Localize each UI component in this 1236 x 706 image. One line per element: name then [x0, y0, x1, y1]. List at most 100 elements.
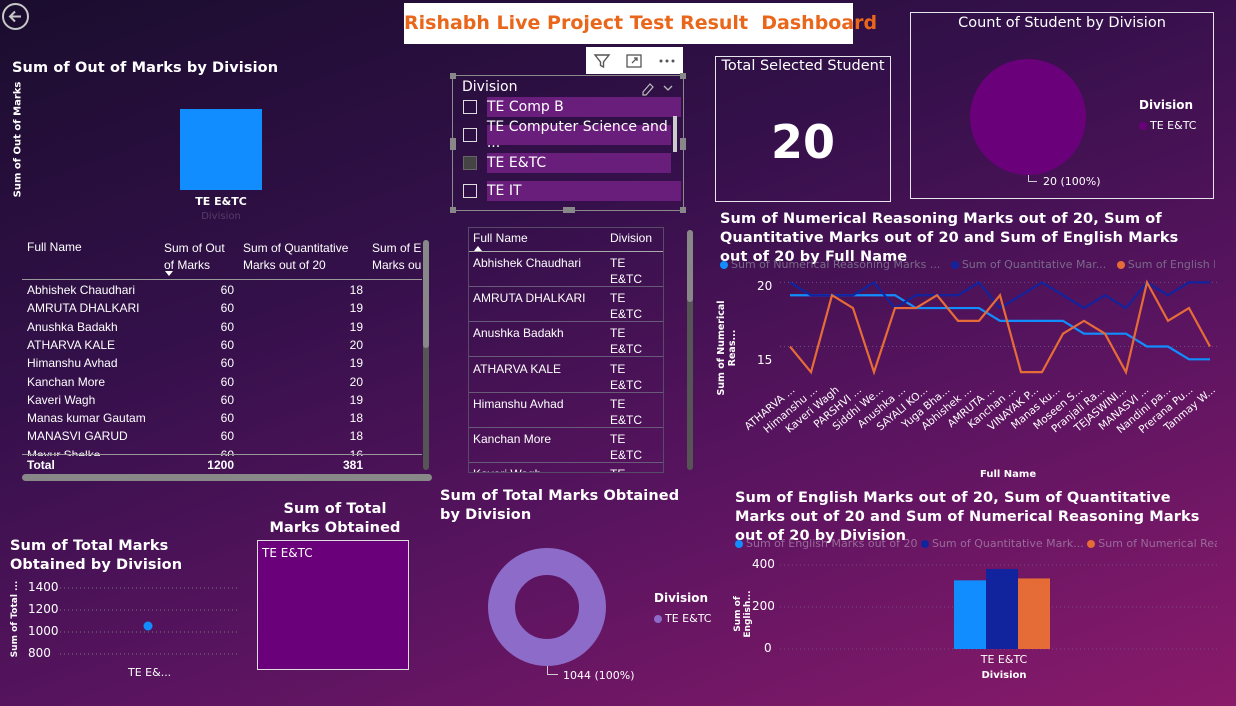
resize-handle[interactable]	[450, 207, 456, 213]
table-row[interactable]: ATHARVA KALE TE E&TC	[469, 358, 663, 393]
slicer-item-te-computer-science[interactable]: TE Computer Science and ...	[463, 119, 683, 151]
back-button[interactable]	[2, 3, 29, 30]
table-row[interactable]: Abhishek Chaudhari TE E&TC	[469, 252, 663, 287]
pie-legend-item[interactable]: TE E&TC	[1139, 119, 1196, 132]
table-row[interactable]: Himanshu Avhad 60 19	[22, 354, 422, 372]
x-tick-label: MANASVI ...	[1096, 384, 1152, 433]
table-vertical-thumb[interactable]	[423, 240, 429, 348]
x-tick-label: Manas ku...	[1009, 384, 1063, 432]
data-point[interactable]	[143, 621, 153, 631]
resize-handle[interactable]	[680, 138, 686, 150]
table-row[interactable]: Himanshu Avhad TE E&TC	[469, 393, 663, 428]
pie-slice[interactable]	[970, 59, 1086, 175]
chevron-down-icon[interactable]	[661, 81, 675, 95]
x-tick-label: Pranjali Ra...	[1049, 384, 1108, 436]
donut-legend-title: Division	[654, 591, 709, 605]
table-row[interactable]: ATHARVA KALE 60 20	[22, 336, 422, 354]
slicer-scrollbar[interactable]	[673, 116, 677, 152]
table-row[interactable]: Abhishek Chaudhari 60 18	[22, 281, 422, 299]
table-horizontal-scrollbar[interactable]	[22, 474, 432, 481]
legend-dot	[735, 540, 743, 548]
table-cell: TE	[610, 326, 626, 341]
pie-data-label: 20 (100%)	[1043, 175, 1101, 188]
checkbox-checked[interactable]	[463, 156, 477, 170]
donut-legend-item[interactable]: TE E&TC	[654, 612, 711, 625]
table-cell: E&TC	[610, 448, 643, 462]
slicer-title: Division	[462, 79, 518, 95]
table-cell: Kanchan More	[27, 374, 106, 389]
table-row[interactable]: Manas kumar Gautam 60 18	[22, 409, 422, 427]
table-row[interactable]: MANASVI GARUD 60 18	[22, 427, 422, 445]
table-row[interactable]: Kanchan More 60 20	[22, 373, 422, 391]
slicer-item-te-it[interactable]: TE IT	[463, 181, 522, 201]
legend-numerical[interactable]: Sum of Numerical Rea...	[1087, 537, 1217, 550]
total-selected-card: Total Selected Student 20	[715, 56, 891, 202]
table-cell: TE	[610, 361, 626, 376]
eraser-icon[interactable]	[639, 80, 655, 96]
resize-handle[interactable]	[563, 207, 575, 213]
line-legend: Sum of Numerical Reasoning Marks ... Sum…	[720, 258, 1215, 271]
th-quant-marks[interactable]: Sum of Quantitative Marks out of 20	[243, 240, 348, 274]
bar-1[interactable]	[986, 568, 1018, 649]
pie-label-leader	[1028, 181, 1037, 182]
table-row[interactable]: Anushka Badakh TE E&TC	[469, 322, 663, 358]
series-line-0[interactable]	[790, 294, 1210, 361]
filter-icon[interactable]	[592, 51, 612, 71]
x-tick-label: Yuga Bha...	[899, 384, 953, 431]
legend-english[interactable]: Sum of English Mar...	[1116, 258, 1215, 271]
marks-table: Full Name Sum of Out of Marks Sum of Qua…	[22, 236, 422, 476]
th-full-name[interactable]: Full Name	[27, 240, 82, 254]
th-english-marks[interactable]: Sum of E Marks ou	[372, 240, 421, 274]
resize-handle[interactable]	[680, 73, 686, 79]
donut-chart[interactable]	[488, 548, 606, 666]
ytick-15: 15	[757, 353, 773, 367]
table-cell: E&TC	[610, 412, 643, 427]
treemap-tile[interactable]: TE E&TC	[257, 540, 409, 670]
table-cell: Kaveri Wagh	[27, 392, 96, 407]
x-tick-label: Anushka ...	[855, 384, 909, 431]
th2-division[interactable]: Division	[610, 231, 652, 245]
more-options-icon[interactable]	[657, 51, 677, 71]
legend-numerical[interactable]: Sum of Numerical Reasoning Marks ...	[720, 258, 940, 271]
slicer-item-te-comp-b[interactable]: TE Comp B	[463, 97, 564, 117]
clustered-plot[interactable]	[780, 563, 1220, 653]
table-cell: 20	[349, 374, 363, 389]
donut-data-label: 1044 (100%)	[563, 669, 635, 682]
table-cell: E&TC	[610, 342, 643, 357]
legend-quantitative[interactable]: Sum of Quantitative Mark...	[920, 537, 1084, 550]
total-line-ylabel: Sum of Total ...	[10, 580, 20, 658]
student-count-pie-panel: Count of Student by Division 20 (100%) D…	[910, 12, 1214, 199]
table-cell: Manas kumar Gautam	[27, 411, 146, 426]
table-cell: E&TC	[610, 377, 643, 392]
resize-handle[interactable]	[450, 138, 456, 150]
table-row[interactable]: Kaveri Wagh TE	[469, 463, 663, 472]
checkbox[interactable]	[463, 100, 477, 114]
total-line-plot[interactable]	[60, 580, 240, 660]
checkbox[interactable]	[463, 184, 477, 198]
table-row[interactable]: Anushka Badakh 60 19	[22, 318, 422, 336]
legend-quantitative[interactable]: Sum of Quantitative Mar...	[950, 258, 1106, 271]
donut-leader	[547, 674, 558, 675]
table-row[interactable]: AMRUTA DHALKARI TE E&TC	[469, 287, 663, 323]
bar-0[interactable]	[954, 580, 986, 649]
th2-full-name[interactable]: Full Name	[473, 231, 528, 245]
checkbox[interactable]	[463, 128, 477, 142]
x-tick-label: SAYALI KO...	[874, 384, 931, 434]
line-chart-plot[interactable]	[780, 276, 1220, 376]
ytick-20: 20	[757, 279, 773, 293]
table-row[interactable]: AMRUTA DHALKARI 60 19	[22, 299, 422, 317]
legend-english[interactable]: Sum of English Marks out of 20	[735, 537, 917, 550]
th-out-marks[interactable]: Sum of Out of Marks	[164, 240, 225, 274]
out-marks-bar[interactable]	[180, 109, 262, 190]
resize-handle[interactable]	[680, 207, 686, 213]
slicer-item-te-etc[interactable]: TE E&TC	[463, 153, 546, 173]
bar-2[interactable]	[1018, 578, 1050, 649]
table-header-divider	[22, 279, 422, 280]
table-cell: E&TC	[610, 307, 643, 322]
focus-mode-icon[interactable]	[624, 51, 644, 71]
table-row[interactable]: Kanchan More TE E&TC	[469, 428, 663, 463]
x-tick-label: Kaveri Wagh	[783, 384, 842, 436]
table2-scroll-thumb[interactable]	[687, 230, 693, 302]
table-row[interactable]: Kaveri Wagh 60 19	[22, 391, 422, 409]
resize-handle[interactable]	[450, 73, 456, 79]
